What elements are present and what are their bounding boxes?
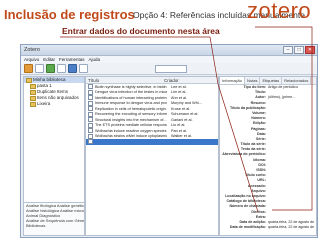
folder-icon <box>30 83 36 89</box>
item-row[interactable]: Structural insights into the mechanism o… <box>86 117 218 123</box>
window-titlebar: Zotero – □ ✕ <box>21 45 317 56</box>
maximize-button[interactable]: □ <box>294 46 304 54</box>
tab-related[interactable]: Relacionados <box>282 77 312 84</box>
column-creator[interactable]: Criador <box>164 78 208 83</box>
journal-article-icon <box>88 100 93 106</box>
minimize-button[interactable]: – <box>283 46 293 54</box>
unfiled-icon <box>30 95 36 101</box>
journal-article-icon <box>88 133 93 139</box>
items-pane: Título Criador Biotin synthase is highly… <box>85 76 219 236</box>
item-row[interactable]: Recovering the encoding of sensory infor… <box>86 111 218 118</box>
attachment-icon[interactable] <box>68 64 77 73</box>
info-tabs: Informação Notas Etiquetas Relacionados <box>220 77 316 85</box>
collection-unfiled[interactable]: Itens não arquivados <box>24 95 84 101</box>
item-info-pane: Informação Notas Etiquetas Relacionados … <box>219 76 317 236</box>
actions-gear-icon[interactable] <box>35 64 44 73</box>
menu-ferramentas[interactable]: Ferramentas <box>59 57 85 62</box>
tab-notes[interactable]: Notas <box>245 77 261 84</box>
info-fields: Tipo do item: Artigo de periódico Título: A… <box>220 85 316 230</box>
zotero-logo-text: zotero <box>247 0 312 23</box>
field-value[interactable]: quarta-feira, 22 de agosto de 2012 22:20… <box>268 225 314 230</box>
menu-arquivo[interactable]: Arquivo <box>24 57 39 62</box>
item-row[interactable]: Replication in cells of hematopoietic or… <box>86 106 218 112</box>
items-column-header: Título Criador <box>86 77 218 84</box>
item-row[interactable]: Biotin synthase is highly selective, in … <box>86 84 218 90</box>
item-row[interactable]: The ETS proteins mediate cellular respon… <box>86 122 218 129</box>
toolbar <box>21 63 317 75</box>
item-row[interactable]: Dengue virus infection of the testes in … <box>86 89 218 96</box>
trash-icon <box>30 101 36 107</box>
journal-article-icon <box>88 95 93 101</box>
info-field-row[interactable]: Data de modificação: quarta-feira, 22 de … <box>220 225 316 230</box>
tag-line[interactable]: Bibliotecas <box>24 223 84 228</box>
duplicates-icon <box>30 89 36 95</box>
zotero-logo: zotero <box>247 0 311 24</box>
slide-title: Inclusão de registros <box>4 7 135 22</box>
journal-article-icon <box>88 89 93 95</box>
field-label: Data de modificação: <box>229 225 266 230</box>
column-title[interactable]: Título <box>86 78 164 83</box>
collections-pane: Minha biblioteca pasta 1 Duplicate Items… <box>23 76 85 236</box>
tag-selector: Análise fitológica Análise genética Anál… <box>24 202 84 235</box>
library-icon <box>26 77 32 83</box>
item-row[interactable]: Identifications of human interacting pro… <box>86 95 218 101</box>
item-row[interactable]: Wolbachia strains wMel induce cytoplasmi… <box>86 133 218 140</box>
journal-article-icon <box>88 122 93 128</box>
menubar: Arquivo Editar Ferramentas Ajuda <box>21 56 317 63</box>
new-collection-icon[interactable] <box>24 64 33 73</box>
window-title: Zotero <box>24 47 40 53</box>
journal-article-icon <box>88 117 93 123</box>
journal-article-icon <box>88 128 93 134</box>
close-button[interactable]: ✕ <box>305 46 315 54</box>
zotero-window: Zotero – □ ✕ Arquivo Editar Ferramentas … <box>20 44 318 238</box>
menu-editar[interactable]: Editar <box>43 57 55 62</box>
menu-ajuda[interactable]: Ajuda <box>89 57 101 62</box>
item-row-new-selected[interactable] <box>86 139 218 145</box>
item-row[interactable]: Wolbachia induce reactive oxygen species… <box>86 128 218 134</box>
new-note-icon[interactable] <box>79 64 88 73</box>
new-item-icon[interactable] <box>46 64 55 73</box>
instruction-hint: Entrar dados do documento nesta área <box>62 26 220 36</box>
collection-trash[interactable]: Lixeira <box>24 101 84 107</box>
search-input[interactable] <box>155 64 187 73</box>
journal-article-icon <box>88 84 93 90</box>
journal-article-icon <box>88 106 93 112</box>
tab-info[interactable]: Informação <box>220 77 246 84</box>
add-by-identifier-icon[interactable] <box>57 64 66 73</box>
item-row[interactable]: Immune response to dengue virus and pros… <box>86 100 218 107</box>
journal-article-icon <box>88 111 93 117</box>
tab-tags[interactable]: Etiquetas <box>260 77 283 84</box>
journal-article-icon <box>88 139 93 145</box>
